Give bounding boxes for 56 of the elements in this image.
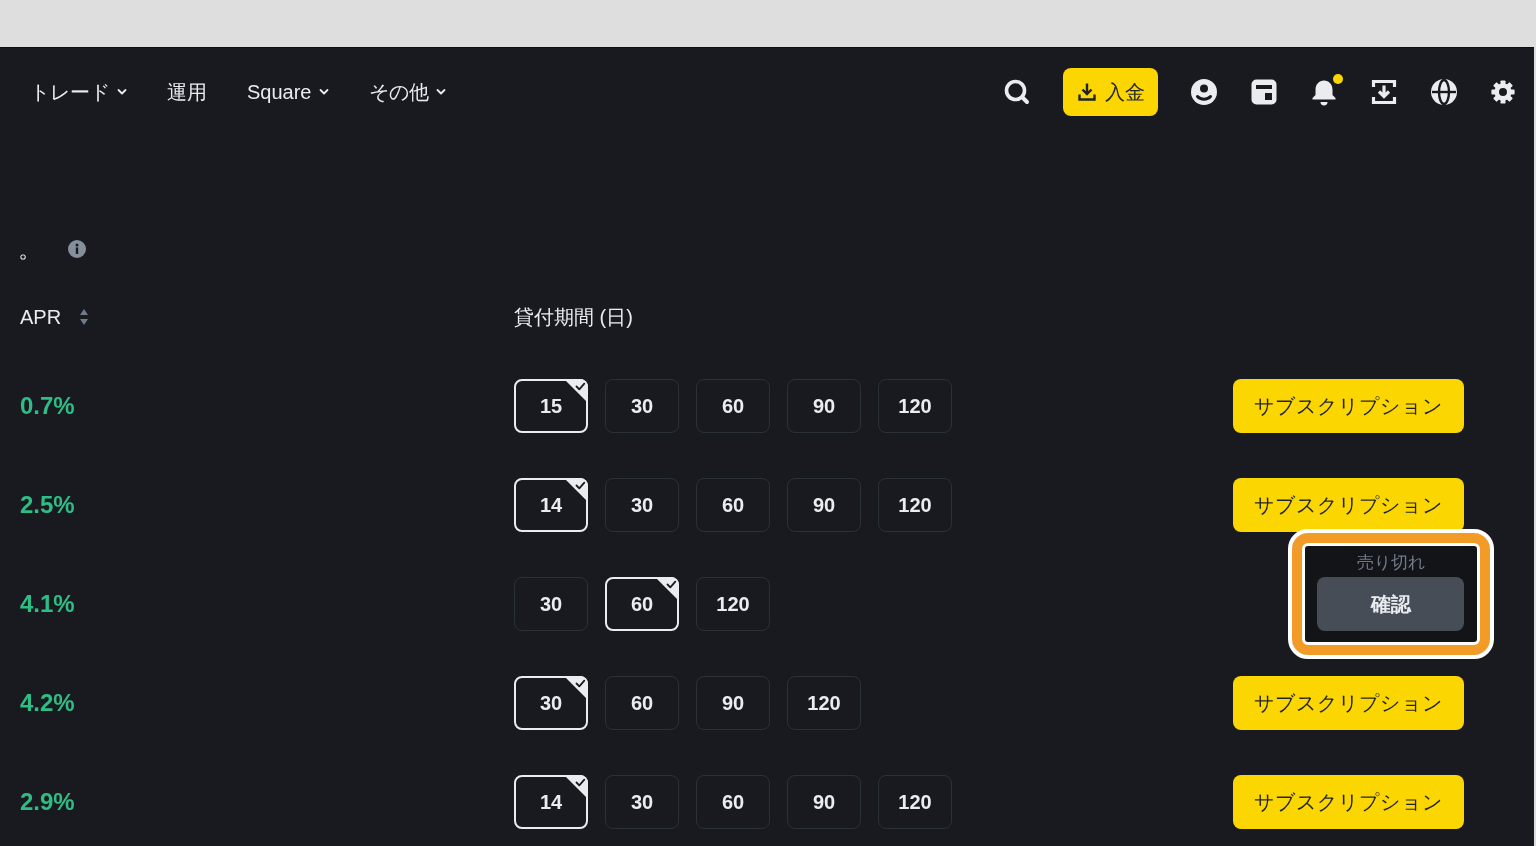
apr-value: 4.2% [20, 689, 76, 717]
nav-menu-item[interactable]: 運用 [167, 78, 207, 106]
subscribe-button[interactable]: サブスクリプション [1233, 775, 1464, 829]
term-option[interactable]: 30 [514, 577, 588, 631]
column-header: APR [20, 305, 62, 329]
user-icon[interactable] [1190, 78, 1218, 106]
apr-value: 2.5% [20, 491, 76, 519]
apr-value: 2.9% [20, 788, 76, 816]
term-option[interactable]: 90 [696, 676, 770, 730]
term-option[interactable]: 120 [787, 676, 861, 730]
term-option[interactable]: 120 [878, 478, 952, 532]
globe-icon[interactable] [1430, 78, 1458, 106]
check-corner-icon [564, 676, 588, 700]
column-header: 貸付期間 (日) [514, 304, 633, 330]
term-option[interactable]: 60 [696, 379, 770, 433]
term-option[interactable]: 14 [514, 478, 588, 532]
term-option[interactable]: 30 [605, 379, 679, 433]
term-option[interactable]: 60 [696, 478, 770, 532]
nav-menu-item[interactable]: Square [247, 80, 329, 104]
term-option[interactable]: 30 [605, 775, 679, 829]
apr-value: 4.1% [20, 590, 76, 618]
subscribe-button[interactable]: サブスクリプション [1233, 676, 1464, 730]
term-option[interactable]: 120 [878, 379, 952, 433]
term-option[interactable]: 90 [787, 775, 861, 829]
term-option[interactable]: 60 [605, 676, 679, 730]
bell-icon[interactable] [1310, 78, 1338, 106]
term-option[interactable]: 60 [696, 775, 770, 829]
check-corner-icon [564, 775, 588, 799]
subscribe-button[interactable]: サブスクリプション [1233, 478, 1464, 532]
sort-icon[interactable] [79, 308, 90, 326]
download-icon[interactable] [1370, 78, 1398, 106]
info-icon[interactable] [68, 240, 86, 258]
download-icon [1077, 82, 1097, 102]
nav-menu-item[interactable]: トレード [30, 78, 127, 106]
panel-icon[interactable] [1250, 78, 1278, 106]
term-option[interactable]: 14 [514, 775, 588, 829]
term-option[interactable]: 30 [514, 676, 588, 730]
term-option[interactable]: 60 [605, 577, 679, 631]
apr-value: 0.7% [20, 392, 76, 420]
deposit-button[interactable]: 入金 [1063, 68, 1158, 116]
settings-icon[interactable] [1490, 79, 1516, 105]
term-option[interactable]: 90 [787, 379, 861, 433]
check-corner-icon [564, 379, 588, 403]
term-option[interactable]: 30 [605, 478, 679, 532]
description-text: 。 [18, 235, 42, 263]
term-option[interactable]: 120 [696, 577, 770, 631]
term-option[interactable]: 15 [514, 379, 588, 433]
check-corner-icon [655, 577, 679, 601]
nav-menu-item[interactable]: その他 [368, 78, 446, 106]
confirm-button[interactable]: 確認 [1317, 577, 1464, 631]
term-option[interactable]: 120 [878, 775, 952, 829]
sold-out-label: 売り切れ [1356, 552, 1425, 574]
term-option[interactable]: 90 [787, 478, 861, 532]
subscribe-button[interactable]: サブスクリプション [1233, 379, 1464, 433]
check-corner-icon [564, 478, 588, 502]
search-icon[interactable] [1003, 78, 1031, 106]
